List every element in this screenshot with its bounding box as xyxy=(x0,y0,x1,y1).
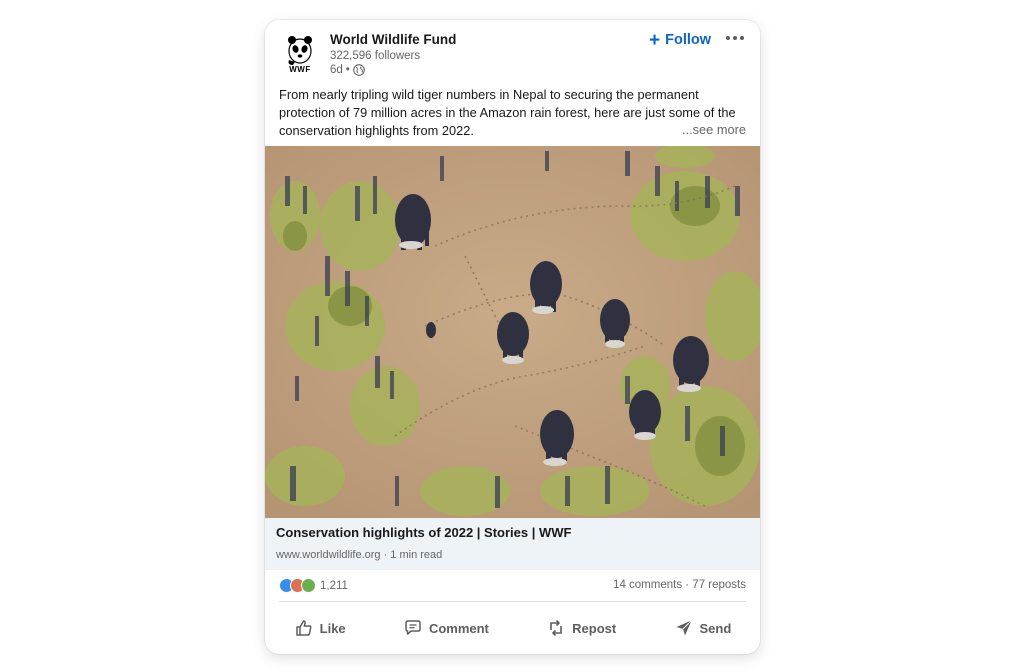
send-icon xyxy=(676,620,692,636)
follow-label: Follow xyxy=(665,32,712,48)
like-button[interactable]: Like xyxy=(286,612,354,644)
globe-icon xyxy=(352,64,365,76)
send-label: Send xyxy=(699,620,732,636)
post-text: From nearly tripling wild tiger numbers … xyxy=(279,87,736,138)
post-meta: 6d • xyxy=(330,64,365,76)
support-reaction-icon xyxy=(301,578,316,593)
like-label: Like xyxy=(319,620,346,636)
wwf-logo[interactable]: WWF xyxy=(283,34,317,76)
divider xyxy=(279,601,746,602)
reaction-count: 1,211 xyxy=(320,579,348,592)
follower-count: 322,596 followers xyxy=(330,50,421,62)
post-header: WWF World Wildlife Fund 322,596 follower… xyxy=(265,20,760,84)
repost-icon xyxy=(550,619,562,637)
repost-label: Repost xyxy=(572,620,617,636)
post-time: 6d xyxy=(330,64,343,76)
org-name[interactable]: World Wildlife Fund xyxy=(330,32,456,47)
post-image[interactable] xyxy=(265,146,760,518)
repost-button[interactable]: Repost xyxy=(538,612,624,644)
action-bar: Like Comment Repost Send xyxy=(265,610,760,646)
post-card: WWF World Wildlife Fund 322,596 follower… xyxy=(265,20,760,654)
comments-reposts-count[interactable]: 14 comments · 77 reposts xyxy=(613,579,746,591)
meta-separator: • xyxy=(345,64,350,76)
comment-icon xyxy=(405,620,421,635)
link-preview[interactable]: Conservation highlights of 2022 | Storie… xyxy=(265,518,760,570)
see-more-link[interactable]: ...see more xyxy=(677,122,746,137)
more-options-icon[interactable] xyxy=(721,28,749,48)
follow-button[interactable]: + Follow xyxy=(649,29,711,51)
logo-text: WWF xyxy=(289,65,311,74)
panda-icon xyxy=(288,36,312,65)
plus-icon: + xyxy=(649,29,661,51)
link-domain: www.worldwildlife.org · 1 min read xyxy=(276,549,443,561)
social-counts: 1,211 14 comments · 77 reposts xyxy=(265,572,760,600)
reactions[interactable]: 1,211 xyxy=(279,578,348,593)
comment-button[interactable]: Comment xyxy=(395,612,497,644)
thumbs-up-icon xyxy=(295,620,312,636)
link-title: Conservation highlights of 2022 | Storie… xyxy=(276,525,572,540)
send-button[interactable]: Send xyxy=(666,612,740,644)
comment-label: Comment xyxy=(428,620,489,636)
